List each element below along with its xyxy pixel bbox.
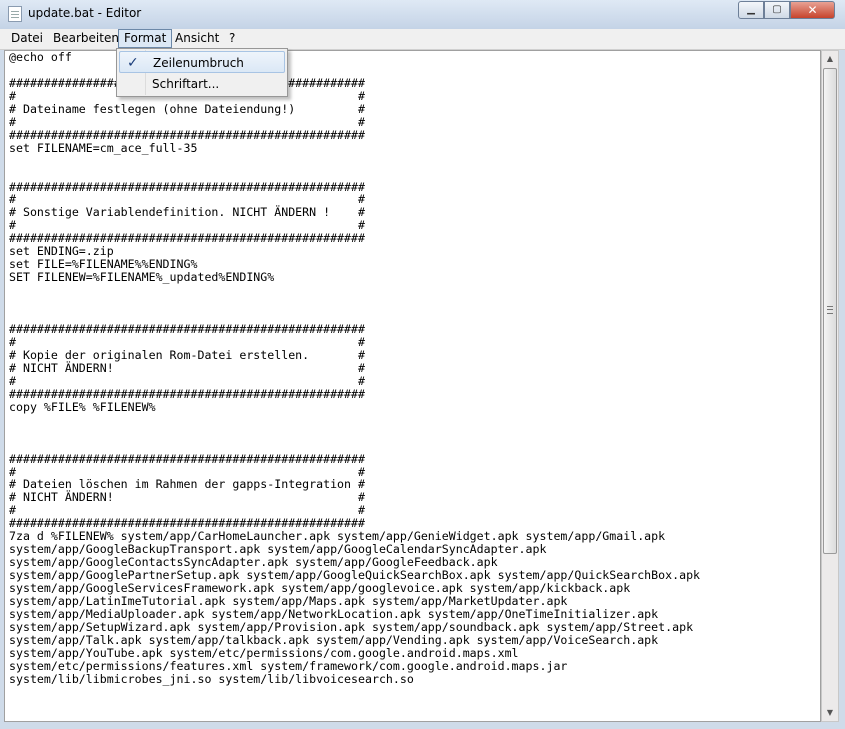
close-icon: ✕ <box>807 3 818 17</box>
maximize-button[interactable]: ▢ <box>764 1 790 19</box>
menu-format[interactable]: Format <box>118 29 173 48</box>
checkmark-icon: ✓ <box>127 55 139 71</box>
menu-item-label: Schriftart... <box>152 77 220 91</box>
menu-help[interactable]: ? <box>224 30 240 47</box>
notepad-window: update.bat - Editor ▁ ▢ ✕ Datei Bearbeit… <box>0 0 845 729</box>
maximize-icon: ▢ <box>772 4 782 15</box>
notepad-icon[interactable] <box>8 6 22 22</box>
menu-item-label: Zeilenumbruch <box>153 56 244 70</box>
editor-content[interactable]: @echo off ##############################… <box>9 51 700 686</box>
menu-item-zeilenumbruch[interactable]: ✓ Zeilenumbruch <box>119 51 285 73</box>
menu-bar: Datei Bearbeiten Format Ansicht ? <box>0 29 845 50</box>
menu-datei[interactable]: Datei <box>6 30 48 47</box>
minimize-icon: ▁ <box>747 4 755 15</box>
title-bar[interactable]: update.bat - Editor ▁ ▢ ✕ <box>0 0 845 29</box>
window-title: update.bat - Editor <box>28 6 142 20</box>
menu-bearbeiten[interactable]: Bearbeiten <box>48 30 124 47</box>
menu-item-schriftart[interactable]: Schriftart... <box>119 73 285 95</box>
arrow-up-icon[interactable]: ▲ <box>822 51 838 67</box>
text-editor[interactable]: @echo off ##############################… <box>4 50 821 722</box>
arrow-down-icon[interactable]: ▼ <box>822 705 838 721</box>
vertical-scrollbar[interactable]: ▲ ▼ <box>821 50 839 722</box>
menu-ansicht[interactable]: Ansicht <box>170 30 224 47</box>
grip-icon <box>827 306 833 314</box>
scrollbar-thumb[interactable] <box>823 68 837 554</box>
close-button[interactable]: ✕ <box>790 1 835 19</box>
minimize-button[interactable]: ▁ <box>738 1 764 19</box>
format-dropdown-menu: ✓ Zeilenumbruch Schriftart... <box>116 48 288 97</box>
